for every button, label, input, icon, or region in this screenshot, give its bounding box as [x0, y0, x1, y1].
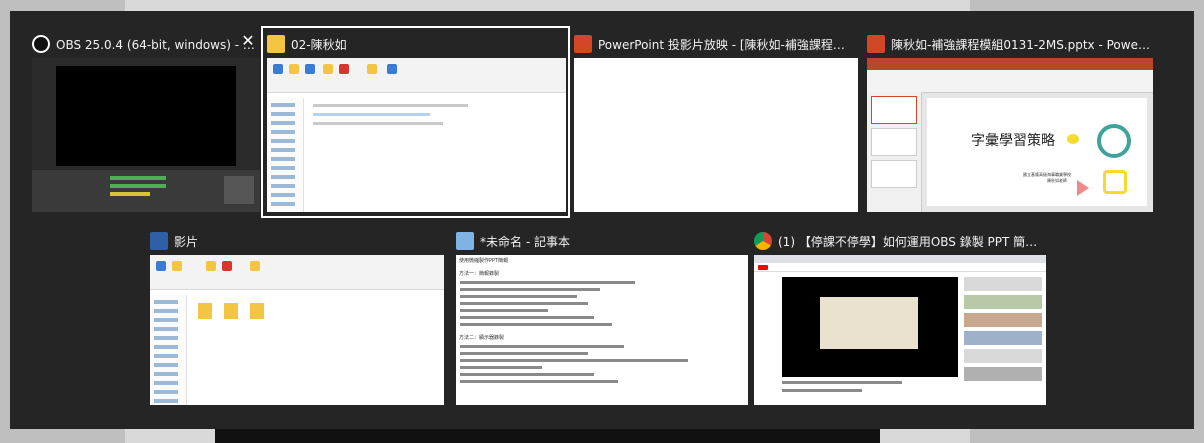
window-tile-chrome[interactable]: (1) 【停課不停學】如何運用OBS 錄製 PPT 簡報畫面 - Yo...	[748, 223, 1048, 409]
window-title-bar: 陳秋如-補強課程模組0131-2MS.pptx - PowerPoint	[867, 32, 1151, 56]
window-title: *未命名 - 記事本	[480, 234, 570, 249]
window-tile-notepad[interactable]: *未命名 - 記事本 使用微縮製作PPT簡報 方法一：簡報錄製 方法二：顯示器錄…	[450, 223, 750, 409]
window-tile-ppt-slideshow[interactable]: PowerPoint 投影片放映 - [陳秋如-補強課程模組0131-2...	[568, 26, 862, 216]
notepad-line: 方法一：簡報錄製	[459, 271, 500, 277]
window-title-bar: *未命名 - 記事本	[456, 229, 744, 253]
ppt-slide-pane	[867, 92, 922, 212]
window-title-bar: (1) 【停課不停學】如何運用OBS 錄製 PPT 簡報畫面 - Yo...	[754, 229, 1042, 253]
obs-preview	[56, 66, 236, 166]
close-icon[interactable]: ✕	[238, 31, 258, 51]
folder-icon	[250, 303, 264, 319]
powerpoint-icon	[574, 35, 592, 53]
youtube-player	[782, 277, 958, 377]
chrome-icon	[754, 232, 772, 250]
window-thumbnail	[150, 255, 444, 405]
powerpoint-icon	[867, 35, 885, 53]
window-tile-videos[interactable]: 影片	[144, 223, 446, 409]
explorer-ribbon	[267, 58, 566, 93]
folder-icon	[224, 303, 238, 319]
notepad-line: 使用微縮製作PPT簡報	[459, 258, 509, 264]
window-thumbnail	[32, 58, 260, 212]
window-title: OBS 25.0.4 (64-bit, windows) - 設定檔...	[56, 37, 256, 52]
folder-icon	[198, 303, 212, 319]
youtube-header	[754, 263, 1046, 272]
slide-author2: 陳秋如老師	[1047, 178, 1067, 183]
window-thumbnail: 使用微縮製作PPT簡報 方法一：簡報錄製 方法二：顯示器錄製	[456, 255, 748, 405]
slide-title: 字彙學習策略	[971, 133, 1055, 149]
notepad-line: 方法二：顯示器錄製	[459, 335, 505, 341]
explorer-nav-pane	[150, 295, 187, 405]
window-title-bar: OBS 25.0.4 (64-bit, windows) - 設定檔...	[32, 32, 256, 56]
chrome-tabbar	[754, 255, 1046, 263]
folder-icon	[267, 35, 285, 53]
explorer-file-list	[190, 295, 444, 405]
explorer-nav-pane	[267, 98, 304, 212]
window-title: PowerPoint 投影片放映 - [陳秋如-補強課程模組0131-2...	[598, 37, 856, 52]
window-title-bar: 02-陳秋如	[267, 32, 564, 56]
youtube-related-list	[964, 277, 1042, 399]
video-folder-icon	[150, 232, 168, 250]
explorer-file-list	[307, 98, 566, 212]
ppt-slide-canvas: 字彙學習策略 國立基隆高級海事職業學校 陳秋如老師	[927, 98, 1147, 206]
notepad-icon	[456, 232, 474, 250]
window-thumbnail	[267, 58, 566, 212]
window-thumbnail	[754, 255, 1046, 405]
window-title: 影片	[174, 234, 199, 249]
ppt-titlebar	[867, 58, 1153, 70]
window-title: (1) 【停課不停學】如何運用OBS 錄製 PPT 簡報畫面 - Yo...	[778, 234, 1042, 249]
window-thumbnail	[574, 58, 858, 212]
explorer-ribbon	[150, 255, 444, 290]
window-tile-ppt-editor[interactable]: 陳秋如-補強課程模組0131-2MS.pptx - PowerPoint 字彙學…	[861, 26, 1157, 216]
window-thumbnail: 字彙學習策略 國立基隆高級海事職業學校 陳秋如老師	[867, 58, 1153, 212]
obs-docks	[32, 170, 260, 212]
window-title-bar: 影片	[150, 229, 440, 253]
window-title: 陳秋如-補強課程模組0131-2MS.pptx - PowerPoint	[891, 37, 1151, 52]
window-tile-obs[interactable]: OBS 25.0.4 (64-bit, windows) - 設定檔... ✕	[26, 26, 262, 216]
alt-tab-switcher: OBS 25.0.4 (64-bit, windows) - 設定檔... ✕ …	[10, 11, 1194, 429]
ppt-ribbon	[867, 70, 1153, 93]
window-title-bar: PowerPoint 投影片放映 - [陳秋如-補強課程模組0131-2...	[574, 32, 856, 56]
window-title: 02-陳秋如	[291, 37, 347, 52]
window-tile-explorer[interactable]: 02-陳秋如	[261, 26, 570, 218]
obs-icon	[32, 35, 50, 53]
